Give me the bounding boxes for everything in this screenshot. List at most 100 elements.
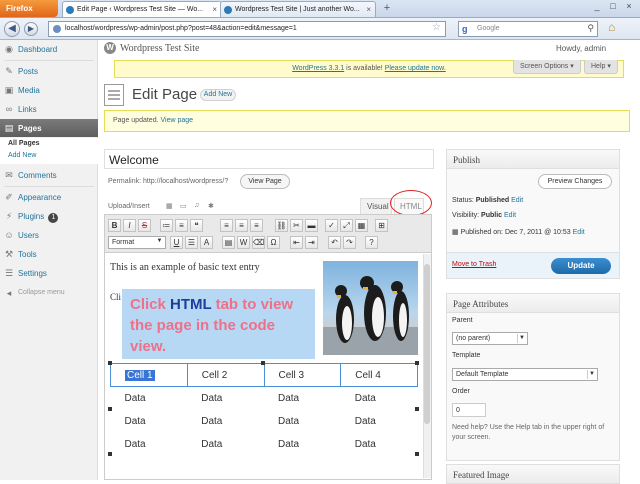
submenu-add-new[interactable]: Add New — [8, 152, 36, 159]
table-cell[interactable]: Data — [264, 410, 341, 433]
search-input[interactable]: g Google ⚲ — [458, 21, 598, 37]
search-icon[interactable]: ⚲ — [587, 23, 594, 34]
strikethrough-button[interactable]: S — [138, 219, 151, 232]
title-input[interactable]: Welcome — [104, 149, 434, 169]
sidebar-item-dashboard[interactable]: ◉ Dashboard — [0, 40, 98, 58]
close-tab-icon[interactable]: × — [366, 5, 371, 14]
screen-options-tab[interactable]: Screen Options ▾ — [513, 60, 581, 74]
table-cell[interactable]: Cell 4 — [340, 363, 418, 387]
url-bar[interactable]: localhost/wordpress/wp-admin/post.php?po… — [48, 21, 446, 37]
paste-word-icon[interactable]: W — [237, 236, 250, 249]
add-new-button[interactable]: Add New — [200, 89, 236, 101]
minimize-button[interactable]: _ — [590, 1, 604, 13]
home-icon[interactable]: ⌂ — [608, 20, 615, 34]
view-page-link[interactable]: View page — [161, 117, 194, 124]
content-table[interactable]: Cell 1 Cell 2 Cell 3 Cell 4 Data Data Da… — [110, 363, 418, 456]
unlink-icon[interactable]: ✂ — [290, 219, 303, 232]
table-cell[interactable]: Data — [111, 433, 188, 456]
sidebar-item-posts[interactable]: ✎ Posts — [0, 62, 98, 80]
resize-handle[interactable] — [261, 361, 265, 365]
paste-text-icon[interactable]: ▤ — [222, 236, 235, 249]
move-to-trash-link[interactable]: Move to Trash — [452, 261, 496, 268]
wp-version-link[interactable]: WordPress 3.3.1 — [292, 65, 344, 72]
blockquote-icon[interactable]: ❝ — [190, 219, 203, 232]
remove-format-icon[interactable]: ⌫ — [252, 236, 265, 249]
resize-handle[interactable] — [415, 452, 419, 456]
sidebar-item-media[interactable]: ▣ Media — [0, 81, 98, 99]
table-cell[interactable]: Cell 1 — [110, 363, 188, 387]
format-select[interactable]: Format ▼ — [108, 236, 166, 249]
fullscreen-icon[interactable]: ⤢ — [340, 219, 353, 232]
help-icon[interactable]: ? — [365, 236, 378, 249]
sidebar-item-comments[interactable]: ✉ Comments — [0, 166, 98, 184]
numbered-list-icon[interactable]: ≡ — [175, 219, 188, 232]
submenu-all-pages[interactable]: All Pages — [8, 140, 40, 147]
table-cell[interactable]: Data — [264, 433, 341, 456]
page-attributes-heading[interactable]: Page Attributes — [446, 293, 620, 313]
table-cell[interactable]: Data — [187, 387, 264, 410]
penguin-image[interactable] — [323, 261, 418, 355]
parent-select[interactable]: (no parent) ▼ — [452, 332, 528, 345]
new-tab-button[interactable]: + — [380, 2, 394, 16]
italic-button[interactable]: I — [123, 219, 136, 232]
sidebar-item-settings[interactable]: ☰ Settings — [0, 264, 98, 282]
site-title[interactable]: Wordpress Test Site — [120, 43, 199, 54]
howdy-user-menu[interactable]: Howdy, admin — [556, 44, 606, 53]
align-center-icon[interactable]: ≡ — [235, 219, 248, 232]
redo-icon[interactable]: ↷ — [343, 236, 356, 249]
help-tab[interactable]: Help ▾ — [584, 60, 618, 74]
add-media-icon[interactable]: ✱ — [208, 202, 217, 210]
firefox-menu-button[interactable]: Firefox — [0, 0, 58, 17]
sidebar-item-links[interactable]: ∞ Links — [0, 100, 98, 118]
edit-visibility-link[interactable]: Edit — [504, 212, 516, 219]
outdent-icon[interactable]: ⇤ — [290, 236, 303, 249]
sidebar-item-appearance[interactable]: ✐ Appearance — [0, 188, 98, 206]
tab-site[interactable]: Wordpress Test Site | Just another Wo...… — [220, 1, 376, 17]
indent-icon[interactable]: ⇥ — [305, 236, 318, 249]
tab-edit-page[interactable]: Edit Page ‹ Wordpress Test Site — Wo... … — [62, 1, 222, 17]
add-video-icon[interactable]: ▭ — [180, 202, 189, 210]
sidebar-item-tools[interactable]: ⚒ Tools — [0, 245, 98, 263]
order-input[interactable]: 0 — [452, 403, 486, 417]
insert-link-icon[interactable]: ⛓ — [275, 219, 288, 232]
view-page-button[interactable]: View Page — [240, 174, 290, 189]
template-select[interactable]: Default Template ▼ — [452, 368, 598, 381]
scrollbar-thumb[interactable] — [424, 264, 430, 424]
kitchen-sink-icon[interactable]: ▦ — [355, 219, 368, 232]
more-tag-icon[interactable]: ▬ — [305, 219, 318, 232]
back-button[interactable]: ◀ — [4, 21, 20, 37]
maximize-button[interactable]: □ — [606, 1, 620, 13]
featured-image-heading[interactable]: Featured Image — [446, 464, 620, 484]
table-cell[interactable]: Data — [111, 387, 188, 410]
update-now-link[interactable]: Please update now. — [385, 65, 446, 72]
table-cell[interactable]: Data — [111, 410, 188, 433]
table-cell[interactable]: Data — [187, 433, 264, 456]
table-cell[interactable]: Cell 2 — [186, 363, 265, 387]
publish-heading[interactable]: Publish — [446, 149, 620, 169]
table-cell[interactable]: Data — [264, 387, 341, 410]
bold-button[interactable]: B — [108, 219, 121, 232]
undo-icon[interactable]: ↶ — [328, 236, 341, 249]
add-image-icon[interactable]: ▦ — [166, 202, 175, 210]
spellcheck-icon[interactable]: ✓ — [325, 219, 338, 232]
resize-handle[interactable] — [415, 361, 419, 365]
table-cell[interactable]: Data — [341, 387, 418, 410]
table-cell[interactable]: Data — [341, 433, 418, 456]
table-cell[interactable]: Data — [341, 410, 418, 433]
justify-icon[interactable]: ☰ — [185, 236, 198, 249]
add-audio-icon[interactable]: ♫ — [194, 202, 203, 210]
resize-handle[interactable] — [108, 452, 112, 456]
sidebar-item-users[interactable]: ☺ Users — [0, 226, 98, 244]
sidebar-item-plugins[interactable]: ⚡ Plugins 1 — [0, 207, 98, 225]
resize-handle[interactable] — [108, 407, 112, 411]
bookmark-star-icon[interactable]: ☆ — [432, 22, 441, 33]
bullet-list-icon[interactable]: ≔ — [160, 219, 173, 232]
resize-handle[interactable] — [108, 361, 112, 365]
table-cell[interactable]: Data — [187, 410, 264, 433]
forward-button[interactable]: ▶ — [24, 22, 38, 36]
align-right-icon[interactable]: ≡ — [250, 219, 263, 232]
text-color-icon[interactable]: A — [200, 236, 213, 249]
sidebar-item-pages[interactable]: ▤ Pages — [0, 119, 98, 137]
underline-button[interactable]: U — [170, 236, 183, 249]
special-char-icon[interactable]: Ω — [267, 236, 280, 249]
